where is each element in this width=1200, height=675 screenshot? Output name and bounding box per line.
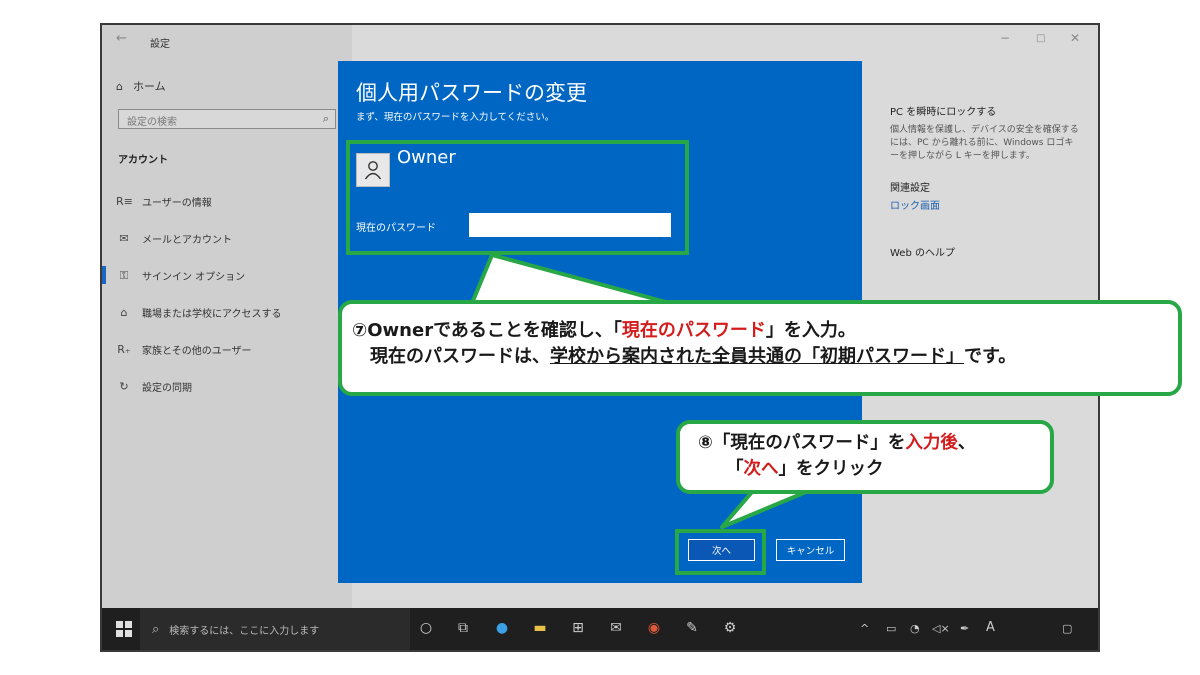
file-explorer-icon[interactable]: ▬ (530, 620, 550, 636)
text: 、 (957, 433, 976, 453)
sidebar-item-mail[interactable]: ✉ メールとアカウント (116, 231, 232, 246)
chrome-icon[interactable]: ◉ (644, 620, 664, 636)
minimize-icon[interactable]: − (1000, 31, 1010, 45)
emphasis-text: 現在のパスワード (621, 320, 766, 341)
search-icon: ⌕ (152, 621, 160, 637)
key-icon: ⚿ (119, 268, 129, 282)
paint-icon[interactable]: ✎ (682, 620, 702, 636)
owner-highlight-box (346, 140, 689, 255)
mail-icon[interactable]: ✉ (606, 620, 626, 636)
notification-icon[interactable]: ▢ (1062, 622, 1072, 635)
ime-indicator[interactable]: A (986, 620, 995, 635)
taskbar-search-placeholder: 検索するには、ここに入力します (169, 625, 320, 637)
text: です。 (964, 346, 1017, 367)
search-placeholder: 設定の検索 (127, 117, 177, 128)
sidebar-item-label: 家族とその他のユーザー (142, 346, 252, 357)
cancel-button[interactable]: キャンセル (776, 539, 845, 561)
lock-title: PC を瞬時にロックする (890, 107, 997, 118)
back-arrow-icon[interactable]: ← (116, 31, 127, 46)
underlined-text: 学校から案内された全員共通の「初期パスワード」 (550, 346, 964, 367)
sidebar-item-label: ユーザーの情報 (142, 198, 212, 209)
sidebar-item-sync[interactable]: ↻ 設定の同期 (116, 379, 192, 394)
sidebar-item-label: メールとアカウント (142, 235, 232, 246)
callout2-line1: ⑧「現在のパスワード」を入力後、 (698, 430, 1050, 456)
sidebar-item-label: サインイン オプション (142, 272, 246, 283)
windows-start-icon[interactable] (116, 621, 132, 637)
text: ⑦Ownerであることを確認し、「 (352, 320, 622, 341)
sidebar-item-work-school[interactable]: ⌂ 職場または学校にアクセスする (116, 305, 282, 320)
maximize-icon[interactable]: □ (1036, 33, 1045, 44)
user-info-icon: R≡ (116, 195, 133, 208)
battery-icon[interactable]: ▭ (886, 622, 896, 635)
sidebar-item-signin-options[interactable]: ⚿ サインイン オプション (116, 268, 246, 284)
network-icon[interactable]: ◔ (910, 622, 920, 635)
close-icon[interactable]: ✕ (1070, 31, 1080, 45)
text: ⑧「現在のパスワード」を (698, 433, 906, 453)
sidebar-item-label: 設定の同期 (142, 383, 192, 394)
volume-mute-icon[interactable]: ◁× (932, 622, 950, 635)
related-settings-title: 関連設定 (890, 183, 930, 194)
search-icon: ⌕ (322, 112, 329, 125)
emphasis-text: 入力後 (905, 433, 958, 453)
dialog-title: 個人用パスワードの変更 (356, 81, 587, 105)
callout1-line2: 現在のパスワードは、学校から案内された全員共通の「初期パスワード」です。 (352, 344, 1178, 370)
store-icon[interactable]: ⊞ (568, 620, 588, 636)
search-input[interactable]: 設定の検索 ⌕ (118, 109, 336, 129)
callout1-line1: ⑦Ownerであることを確認し、「現在のパスワード」を入力。 (352, 318, 1178, 344)
active-indicator (102, 266, 106, 284)
home-icon: ⌂ (116, 79, 123, 93)
callout2-line2: 「次へ」をクリック (698, 456, 1050, 482)
callout-click-next: ⑧「現在のパスワード」を入力後、 「次へ」をクリック (676, 420, 1054, 494)
right-panel: PC を瞬時にロックする 個人情報を保護し、デバイスの安全を確保するには、PC … (890, 105, 1080, 261)
sidebar-item-label: 職場または学校にアクセスする (142, 309, 282, 320)
taskbar-search[interactable]: ⌕ 検索するには、ここに入力します (140, 608, 410, 650)
pen-icon[interactable]: ✒ (960, 622, 969, 635)
next-highlight-box (675, 529, 766, 575)
text: 」をクリック (778, 459, 884, 479)
callout-confirm-owner: ⑦Ownerであることを確認し、「現在のパスワード」を入力。 現在のパスワードは… (338, 300, 1182, 396)
task-view-icon[interactable]: ⧉ (453, 620, 473, 636)
lock-screen-link[interactable]: ロック画面 (890, 199, 1080, 214)
sidebar-home-label: ホーム (132, 80, 166, 93)
web-help-title: Web のヘルプ (890, 248, 955, 259)
cortana-icon[interactable]: ○ (416, 620, 436, 636)
text: 「 (726, 459, 744, 479)
settings-gear-icon[interactable]: ⚙ (720, 620, 740, 636)
chevron-up-icon[interactable]: ^ (860, 622, 869, 635)
window-title: 設定 (150, 39, 170, 50)
briefcase-icon: ⌂ (120, 306, 128, 319)
sidebar-section-title: アカウント (118, 155, 168, 166)
sync-icon: ↻ (119, 380, 129, 393)
title-bar: ← 設定 − □ ✕ (102, 25, 1098, 55)
text: 」を入力。 (765, 320, 856, 341)
sidebar-item-family[interactable]: R₊ 家族とその他のユーザー (116, 342, 252, 357)
sidebar-item-user-info[interactable]: R≡ ユーザーの情報 (116, 194, 212, 209)
sidebar-home[interactable]: ⌂ ホーム (116, 78, 166, 94)
edge-icon[interactable]: ● (492, 620, 512, 636)
dialog-subtitle: まず、現在のパスワードを入力してください。 (356, 112, 555, 123)
lock-description: 個人情報を保護し、デバイスの安全を確保するには、PC から離れる前に、Windo… (890, 125, 1079, 161)
taskbar: ⌕ 検索するには、ここに入力します ○ ⧉ ● ▬ ⊞ ✉ ◉ ✎ ⚙ ^ ▭ … (102, 608, 1098, 650)
text: 現在のパスワードは、 (352, 346, 550, 367)
mail-icon: ✉ (119, 232, 129, 245)
family-icon: R₊ (117, 343, 131, 356)
emphasis-text: 次へ (743, 459, 779, 479)
